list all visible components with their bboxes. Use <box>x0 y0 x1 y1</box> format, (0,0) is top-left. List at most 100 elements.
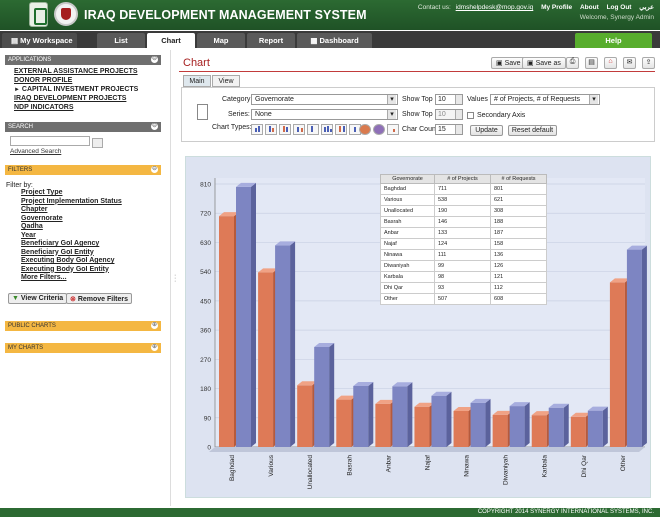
table-header-row: Governorate # of Projects # of Requests <box>380 174 547 184</box>
app-link-ndp[interactable]: NDP INDICATORS <box>14 104 161 113</box>
plot-floor <box>209 447 645 452</box>
filter-year[interactable]: Year <box>21 232 161 241</box>
remove-icon: ⊗ <box>70 296 76 303</box>
chart-type-pie-icon[interactable] <box>359 124 371 135</box>
bar-projects <box>219 216 234 447</box>
advanced-search-link[interactable]: Advanced Search <box>10 148 161 157</box>
app-link-donor[interactable]: DONOR PROFILE <box>14 77 161 86</box>
view-criteria-button[interactable]: ▼ View Criteria <box>8 293 68 304</box>
update-button[interactable]: Update <box>470 125 503 136</box>
data-view-icon[interactable] <box>197 104 208 120</box>
search-input[interactable] <box>10 136 90 146</box>
app-link-capital[interactable]: ► CAPITAL INVESTMENT PROJECTS <box>14 86 161 95</box>
tab-view[interactable]: View <box>212 75 240 87</box>
table-cell: Anbar <box>380 227 435 239</box>
filters-title: FILTERS <box>8 167 33 173</box>
chart-type-stacked-bar-icon[interactable] <box>335 124 347 135</box>
table-row: Unallocated 190 308 <box>380 205 547 217</box>
bar-requests-side <box>524 402 530 447</box>
filter-project-type[interactable]: Project Type <box>21 189 161 198</box>
filter-qadha[interactable]: Qadha <box>21 223 161 232</box>
tab-list[interactable]: List <box>97 33 145 48</box>
export-pdf-icon[interactable]: ⌂ <box>604 57 617 69</box>
filter-executing-agency[interactable]: Executing Body GoI Agency <box>21 257 161 266</box>
table-header-cell[interactable]: # of Projects <box>434 174 491 184</box>
filter-chapter[interactable]: Chapter <box>21 206 161 215</box>
app-link-external[interactable]: EXTERNAL ASSISTANCE PROJECTS <box>14 68 161 77</box>
collapse-icon[interactable]: ⊖ <box>151 56 158 63</box>
save-button[interactable]: ▣ Save <box>491 57 526 69</box>
help-button[interactable]: Help <box>575 33 652 48</box>
secondary-axis-checkbox[interactable] <box>467 112 474 119</box>
my-workspace-button[interactable]: ▤ My Workspace <box>2 33 77 48</box>
table-cell: 308 <box>490 205 547 217</box>
values-select[interactable]: # of Projects, # of Requests <box>490 94 600 105</box>
app-link-iraq-dev[interactable]: IRAQ DEVELOPMENT PROJECTS <box>14 95 161 104</box>
expand-icon[interactable]: ⊕ <box>151 322 158 329</box>
bar-requests-side <box>563 403 569 447</box>
chart-type-scatter-icon[interactable] <box>387 124 399 135</box>
welcome-text: Welcome, Synergy Admin <box>579 14 654 21</box>
applications-list: EXTERNAL ASSISTANCE PROJECTS DONOR PROFI… <box>5 65 161 113</box>
funnel-icon: ▼ <box>12 295 19 302</box>
chart-type-stacked-icon[interactable] <box>279 124 291 135</box>
log-out-link[interactable]: Log Out <box>607 4 632 11</box>
save-as-button[interactable]: ▣ Save as <box>522 57 566 69</box>
arabic-link[interactable]: عربي <box>639 4 654 11</box>
category-select[interactable]: Governorate <box>251 94 398 105</box>
tab-dashboard[interactable]: ▦ Dashboard <box>297 33 372 48</box>
chart-type-3d-icon[interactable] <box>293 124 305 135</box>
filter-implementation-status[interactable]: Project Implementation Status <box>21 198 161 207</box>
expand-icon[interactable]: ⊕ <box>151 344 158 351</box>
table-cell: 507 <box>434 293 491 305</box>
chart-type-donut-icon[interactable] <box>373 124 385 135</box>
filter-executing-entity[interactable]: Executing Body GoI Entity <box>21 266 161 275</box>
remove-filters-button[interactable]: ⊗ Remove Filters <box>66 293 133 304</box>
search-title: SEARCH <box>8 124 34 130</box>
splitter-handle[interactable]: · · · <box>174 272 176 285</box>
contact-label: Contact us: <box>417 4 451 11</box>
collapse-icon[interactable]: ⊖ <box>151 166 158 173</box>
export-excel-icon[interactable]: ▤ <box>585 57 598 69</box>
tab-main[interactable]: Main <box>183 75 211 87</box>
public-charts-panel-header[interactable]: PUBLIC CHARTS ⊕ <box>5 321 161 331</box>
email-icon[interactable]: ✉ <box>623 57 636 69</box>
print-icon[interactable]: ⎙ <box>566 57 579 69</box>
table-cell: 187 <box>490 227 547 239</box>
contact-email-link[interactable]: idmshelpdesk@mop.gov.iq <box>456 4 534 11</box>
tab-chart[interactable]: Chart <box>147 33 195 48</box>
tab-map[interactable]: Map <box>197 33 245 48</box>
filter-beneficiary-entity[interactable]: Beneficiary GoI Entity <box>21 249 161 258</box>
chart-type-bar-icon[interactable] <box>251 124 263 135</box>
filter-beneficiary-agency[interactable]: Beneficiary GoI Agency <box>21 240 161 249</box>
x-tick-label: Other <box>620 454 627 471</box>
table-cell: Dhi Qar <box>380 282 435 294</box>
show-top-2-input[interactable]: 10 <box>435 109 463 120</box>
bar-requests-side <box>290 241 296 447</box>
table-row: Najaf 124 158 <box>380 238 547 250</box>
table-cell: 801 <box>490 183 547 195</box>
collapse-icon[interactable]: ⊖ <box>151 123 158 130</box>
reset-default-button[interactable]: Reset default <box>508 125 557 136</box>
share-icon[interactable]: ⇪ <box>642 57 655 69</box>
chart-type-hbar-icon[interactable] <box>307 124 319 135</box>
chart-type-grouped-icon[interactable] <box>321 124 333 135</box>
about-link[interactable]: About <box>580 4 599 11</box>
more-filters-link[interactable]: More Filters... <box>21 274 161 283</box>
series-select[interactable]: None <box>251 109 398 120</box>
filter-governorate[interactable]: Governorate <box>21 215 161 224</box>
search-button[interactable] <box>92 138 103 148</box>
bar-requests <box>314 346 330 447</box>
chart-type-column-icon[interactable] <box>265 124 277 135</box>
table-header-cell[interactable]: Governorate <box>380 174 435 184</box>
table-row: Karbala 98 121 <box>380 271 547 283</box>
bar-requests-side <box>407 382 413 447</box>
show-top-input[interactable]: 10 <box>435 94 463 105</box>
tab-report[interactable]: Report <box>247 33 295 48</box>
table-header-cell[interactable]: # of Requests <box>490 174 547 184</box>
my-charts-panel-header[interactable]: MY CHARTS ⊕ <box>5 343 161 353</box>
search-panel-header: SEARCH ⊖ <box>5 122 161 132</box>
my-profile-link[interactable]: My Profile <box>541 4 572 11</box>
sidebar: APPLICATIONS ⊖ EXTERNAL ASSISTANCE PROJE… <box>5 55 161 283</box>
char-count-input[interactable]: 15 <box>435 124 463 135</box>
